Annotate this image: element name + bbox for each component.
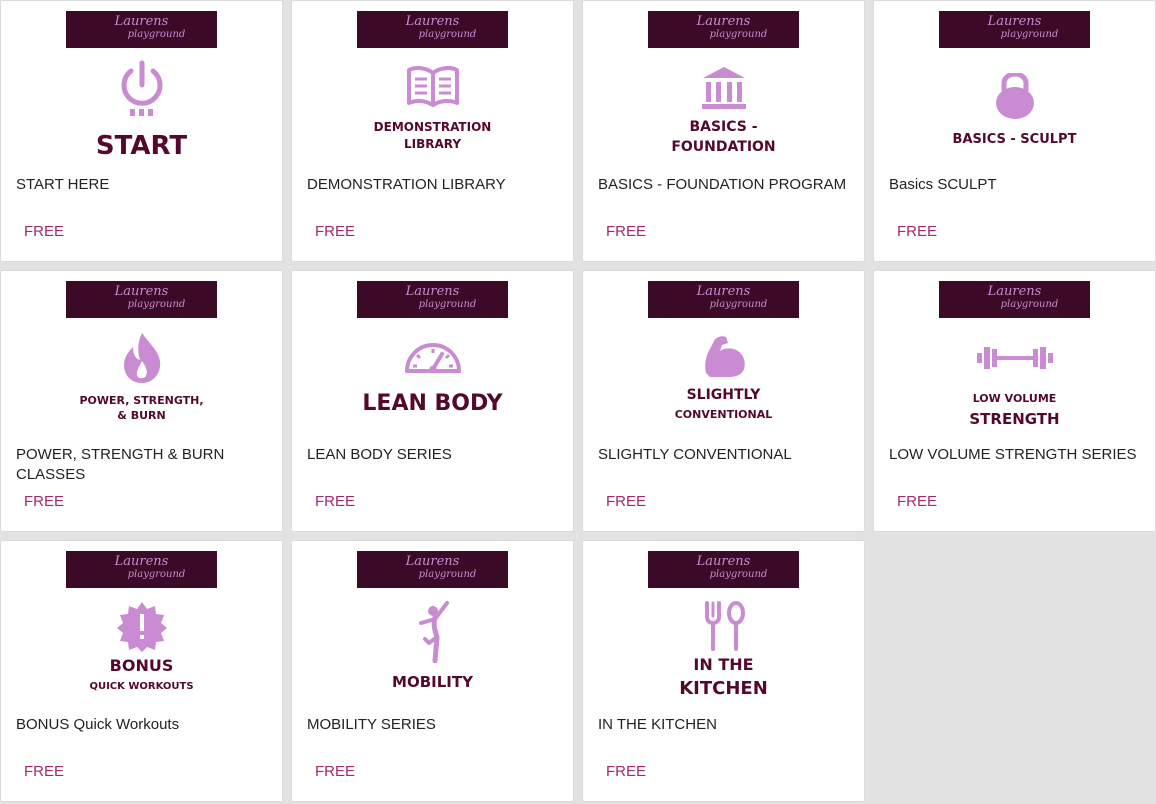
course-title[interactable]: MOBILITY SERIES bbox=[307, 715, 562, 735]
thumbnail-label: BASICS - SCULPT bbox=[952, 132, 1077, 147]
brand-logo-line1: Laurens bbox=[114, 554, 169, 569]
brand-logo-line1: Laurens bbox=[114, 14, 169, 29]
course-thumbnail: Laurens playground SLIGHTLY CONVENTIONAL bbox=[648, 281, 799, 427]
course-title[interactable]: START HERE bbox=[16, 175, 271, 195]
brand-logo-line2: playground bbox=[418, 29, 477, 40]
course-price: FREE bbox=[24, 223, 65, 240]
flexed-arm-icon bbox=[648, 333, 799, 393]
brand-logo-line2: playground bbox=[1000, 29, 1059, 40]
course-card-start-here[interactable]: Laurens playground START START HERE FREE bbox=[0, 0, 283, 262]
course-thumbnail: Laurens playground LOW VOLUME STRENGTH bbox=[939, 281, 1090, 428]
course-thumbnail: Laurens playground LEAN BODY bbox=[357, 281, 508, 427]
bank-icon bbox=[648, 65, 799, 125]
course-title[interactable]: LOW VOLUME STRENGTH SERIES bbox=[889, 445, 1144, 465]
course-card-lean-body[interactable]: Laurens playground LEAN BODY LEAN BODY S… bbox=[291, 270, 574, 532]
brand-logo-line1: Laurens bbox=[696, 284, 751, 299]
kettlebell-icon bbox=[939, 73, 1090, 133]
course-price: FREE bbox=[315, 763, 356, 780]
course-thumbnail: Laurens playground BONUS QUICK WORKOUTS bbox=[66, 551, 217, 697]
brand-logo-line2: playground bbox=[1000, 299, 1059, 310]
brand-banner: Laurens playground bbox=[357, 551, 508, 588]
brand-logo-line2: playground bbox=[127, 29, 186, 40]
course-thumbnail: Laurens playground BASICS - FOUNDATION bbox=[648, 11, 799, 157]
yoga-pose-icon bbox=[357, 597, 508, 663]
brand-logo-line2: playground bbox=[418, 569, 477, 580]
course-price: FREE bbox=[315, 493, 356, 510]
thumbnail-label: LOW VOLUME STRENGTH bbox=[969, 392, 1060, 428]
fork-spoon-icon bbox=[648, 601, 799, 661]
power-icon bbox=[66, 59, 217, 119]
thumbnail-label: DEMONSTRATION LIBRARY bbox=[373, 120, 492, 151]
brand-banner: Laurens playground bbox=[648, 11, 799, 48]
alert-badge-icon bbox=[66, 601, 217, 661]
course-card-bonus-quick-workouts[interactable]: Laurens playground BONUS QUICK WORKOUTS B… bbox=[0, 540, 283, 802]
course-title[interactable]: LEAN BODY SERIES bbox=[307, 445, 562, 465]
brand-logo-line2: playground bbox=[127, 569, 186, 580]
brand-logo-line1: Laurens bbox=[696, 554, 751, 569]
brand-banner: Laurens playground bbox=[357, 11, 508, 48]
course-title[interactable]: SLIGHTLY CONVENTIONAL bbox=[598, 445, 853, 465]
course-card-slightly-conventional[interactable]: Laurens playground SLIGHTLY CONVENTIONAL … bbox=[582, 270, 865, 532]
brand-logo-line2: playground bbox=[709, 569, 768, 580]
thumbnail-label: BONUS QUICK WORKOUTS bbox=[89, 656, 194, 693]
speedometer-icon bbox=[357, 337, 508, 397]
thumbnail-label: LEAN BODY bbox=[362, 391, 503, 416]
course-card-low-volume-strength[interactable]: Laurens playground LOW VOLUME STRENGTH LO… bbox=[873, 270, 1156, 532]
course-title[interactable]: BASICS - FOUNDATION PROGRAM bbox=[598, 175, 853, 195]
course-price: FREE bbox=[315, 223, 356, 240]
course-title[interactable]: IN THE KITCHEN bbox=[598, 715, 853, 735]
course-thumbnail: Laurens playground START bbox=[66, 11, 217, 161]
course-card-basics-foundation[interactable]: Laurens playground BASICS - FOUNDATION BA… bbox=[582, 0, 865, 262]
thumbnail-label: POWER, STRENGTH, & BURN bbox=[79, 394, 204, 422]
brand-logo-line1: Laurens bbox=[405, 14, 460, 29]
course-card-mobility-series[interactable]: Laurens playground MOBILITY MOBILITY SER… bbox=[291, 540, 574, 802]
course-thumbnail: Laurens playground POWER, STRENGTH, & BUR… bbox=[66, 281, 217, 427]
brand-logo-line1: Laurens bbox=[987, 14, 1042, 29]
brand-banner: Laurens playground bbox=[939, 11, 1090, 48]
course-price: FREE bbox=[897, 493, 938, 510]
brand-banner: Laurens playground bbox=[648, 281, 799, 318]
course-thumbnail: Laurens playground BASICS - SCULPT bbox=[939, 11, 1090, 157]
flame-icon bbox=[66, 331, 217, 391]
thumbnail-label: SLIGHTLY CONVENTIONAL bbox=[674, 387, 773, 421]
brand-banner: Laurens playground bbox=[66, 11, 217, 48]
course-title[interactable]: POWER, STRENGTH & BURN CLASSES bbox=[16, 445, 271, 485]
course-card-power-strength-burn[interactable]: Laurens playground POWER, STRENGTH, & BUR… bbox=[0, 270, 283, 532]
course-title[interactable]: BONUS Quick Workouts bbox=[16, 715, 271, 735]
course-grid: Laurens playground START START HERE FREE… bbox=[0, 0, 1156, 804]
course-title[interactable]: Basics SCULPT bbox=[889, 175, 1144, 195]
brand-logo-line1: Laurens bbox=[114, 284, 169, 299]
brand-banner: Laurens playground bbox=[66, 281, 217, 318]
brand-logo-line2: playground bbox=[127, 299, 186, 310]
course-card-basics-sculpt[interactable]: Laurens playground BASICS - SCULPT Basic… bbox=[873, 0, 1156, 262]
brand-banner: Laurens playground bbox=[939, 281, 1090, 318]
brand-banner: Laurens playground bbox=[648, 551, 799, 588]
brand-logo-line1: Laurens bbox=[987, 284, 1042, 299]
course-card-in-the-kitchen[interactable]: Laurens playground IN THE KITCHEN IN THE … bbox=[582, 540, 865, 802]
thumbnail-label: IN THE KITCHEN bbox=[679, 655, 768, 699]
thumbnail-label: START bbox=[95, 131, 188, 161]
course-thumbnail: Laurens playground MOBILITY bbox=[357, 551, 508, 697]
brand-logo-line1: Laurens bbox=[405, 554, 460, 569]
brand-logo-line1: Laurens bbox=[696, 14, 751, 29]
course-thumbnail: Laurens playground IN THE KITCHEN bbox=[648, 551, 799, 699]
course-thumbnail: Laurens playground DEMONSTRATION LIBRARY bbox=[357, 11, 508, 157]
course-price: FREE bbox=[606, 223, 647, 240]
thumbnail-label: BASICS - FOUNDATION bbox=[671, 119, 776, 155]
course-price: FREE bbox=[24, 763, 65, 780]
brand-logo-line2: playground bbox=[709, 299, 768, 310]
course-title[interactable]: DEMONSTRATION LIBRARY bbox=[307, 175, 562, 195]
brand-banner: Laurens playground bbox=[357, 281, 508, 318]
course-price: FREE bbox=[24, 493, 65, 510]
course-price: FREE bbox=[897, 223, 938, 240]
brand-logo-line2: playground bbox=[418, 299, 477, 310]
brand-logo-line1: Laurens bbox=[405, 284, 460, 299]
course-price: FREE bbox=[606, 493, 647, 510]
thumbnail-label: MOBILITY bbox=[392, 673, 473, 691]
course-price: FREE bbox=[606, 763, 647, 780]
brand-banner: Laurens playground bbox=[66, 551, 217, 588]
book-icon bbox=[357, 65, 508, 125]
course-card-demonstration-library[interactable]: Laurens playground DEMONSTRATIONLIBRARY bbox=[291, 0, 574, 262]
brand-logo-line2: playground bbox=[709, 29, 768, 40]
